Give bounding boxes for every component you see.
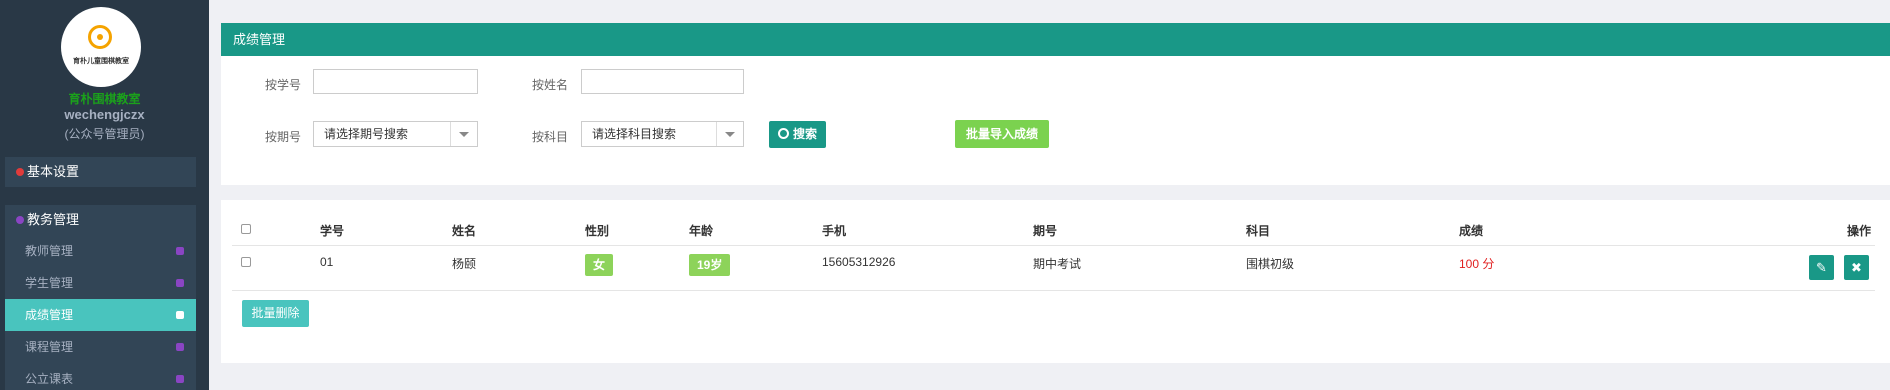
column-header-gender: 性别 (585, 224, 610, 238)
group-label: 基本设置 (27, 164, 80, 179)
select-divider (450, 122, 451, 146)
cell-name: 杨颐 (452, 257, 477, 271)
scores-table-panel: 学号 姓名 性别 年龄 手机 期号 科目 成绩 操作 01 杨颐 女 19岁 1… (221, 200, 1890, 363)
name-input[interactable] (581, 69, 744, 94)
student-no-label: 按学号 (265, 78, 302, 92)
group-label: 教务管理 (27, 212, 80, 227)
delete-button[interactable]: ✖ (1844, 255, 1869, 280)
select-all-checkbox[interactable] (241, 224, 251, 234)
period-select[interactable]: 请选择期号搜索 (313, 121, 478, 147)
edit-button[interactable]: ✎ (1809, 255, 1834, 280)
search-button-label: 搜索 (792, 127, 817, 141)
menu-group-academic: 教务管理 教师管理 学生管理 成绩管理 课程管理 公立课表 (5, 205, 196, 390)
chevron-down-icon (725, 132, 735, 137)
select-divider (716, 122, 717, 146)
row-checkbox[interactable] (241, 257, 251, 267)
sidebar-item-scores[interactable]: 成绩管理 (5, 299, 196, 331)
cell-period: 期中考试 (1033, 257, 1082, 271)
age-badge: 19岁 (689, 254, 731, 276)
cell-subject: 围棋初级 (1246, 257, 1295, 271)
period-label: 按期号 (265, 130, 302, 144)
username: wechengjczx (64, 107, 145, 122)
bulk-delete-button[interactable]: 批量删除 (242, 300, 309, 327)
name-label: 按姓名 (532, 78, 569, 92)
cell-score: 100 分 (1459, 257, 1495, 271)
user-role: (公众号管理员) (64, 127, 145, 141)
logo: 育朴儿童围棋教室 (61, 7, 141, 87)
table-row-divider (232, 290, 1875, 291)
subject-select[interactable]: 请选择科目搜索 (581, 121, 744, 147)
graduation-cap-icon (176, 343, 184, 351)
sidebar-item-students[interactable]: 学生管理 (5, 267, 196, 299)
sidebar-item-label: 教师管理 (25, 244, 74, 258)
book-icon (176, 311, 184, 319)
group-title-basic-settings[interactable]: 基本设置 (5, 157, 196, 187)
logo-mark-icon (88, 25, 112, 49)
sidebar-item-teachers[interactable]: 教师管理 (5, 235, 196, 267)
column-header-age: 年龄 (689, 224, 714, 238)
sidebar-item-label: 公立课表 (25, 372, 74, 386)
subject-select-value: 请选择科目搜索 (592, 127, 677, 141)
cell-student-no: 01 (320, 255, 334, 269)
close-icon: ✖ (1851, 260, 1862, 275)
bulk-import-scores-button[interactable]: 批量导入成绩 (955, 120, 1049, 148)
chevron-down-icon (459, 132, 469, 137)
gear-icon (16, 168, 24, 176)
sidebar-item-public-schedule[interactable]: 公立课表 (5, 363, 196, 390)
menu-group-basic-settings[interactable]: 基本设置 (5, 157, 196, 187)
column-header-name: 姓名 (452, 224, 477, 238)
panel-title: 成绩管理 (221, 23, 1890, 56)
group-title-academic[interactable]: 教务管理 (5, 205, 196, 235)
column-header-period: 期号 (1033, 224, 1058, 238)
column-header-subject: 科目 (1246, 224, 1271, 238)
search-panel: 成绩管理 按学号 按姓名 按期号 请选择期号搜索 按科目 请选择科目搜索 搜索 … (221, 23, 1890, 185)
sidebar-item-courses[interactable]: 课程管理 (5, 331, 196, 363)
period-select-value: 请选择期号搜索 (324, 127, 409, 141)
users-icon (176, 279, 184, 287)
column-header-student-no: 学号 (320, 224, 345, 238)
subject-label: 按科目 (532, 130, 569, 144)
column-header-phone: 手机 (822, 224, 847, 238)
sidebar: 育朴儿童围棋教室 育朴围棋教室 wechengjczx (公众号管理员) 基本设… (0, 0, 209, 390)
sidebar-item-label: 课程管理 (25, 340, 74, 354)
column-header-actions: 操作 (1847, 224, 1872, 238)
pencil-icon: ✎ (1816, 260, 1827, 275)
search-button[interactable]: 搜索 (769, 121, 826, 148)
grid-icon (16, 216, 24, 224)
student-no-input[interactable] (313, 69, 478, 94)
search-icon (777, 128, 789, 139)
table-header-divider (232, 245, 1875, 246)
sidebar-item-label: 学生管理 (25, 276, 74, 290)
brand-name: 育朴围棋教室 (68, 92, 141, 106)
logo-text: 育朴儿童围棋教室 (73, 58, 129, 65)
circle-icon (176, 375, 184, 383)
user-icon (176, 247, 184, 255)
cell-phone: 15605312926 (822, 255, 896, 269)
column-header-score: 成绩 (1459, 224, 1484, 238)
gender-badge: 女 (585, 254, 614, 276)
sidebar-item-label: 成绩管理 (25, 308, 74, 322)
